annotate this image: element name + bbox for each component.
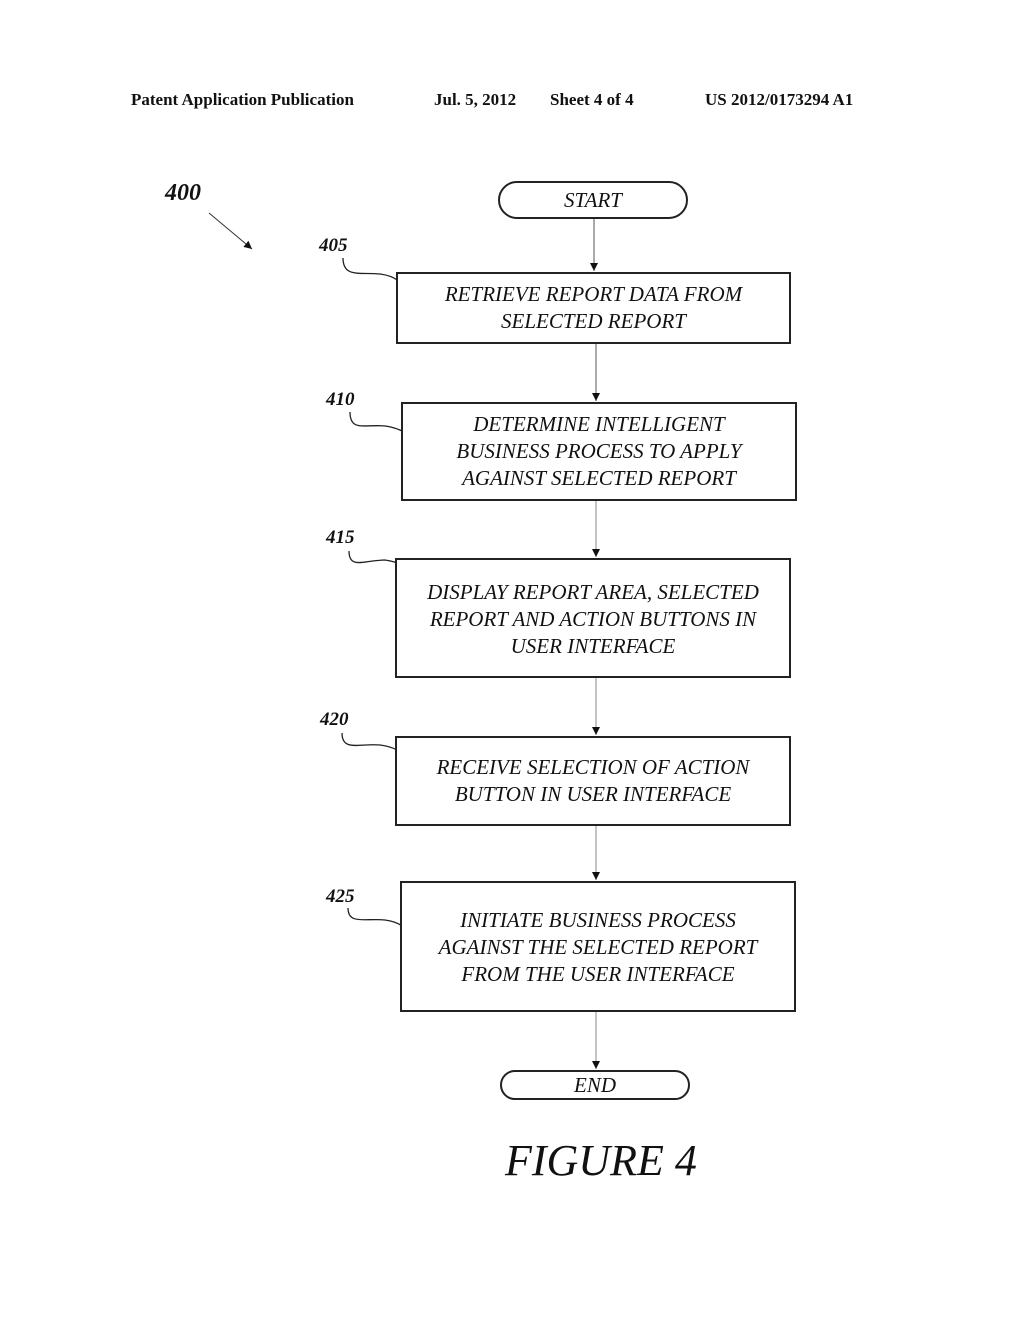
start-label: START [564, 187, 622, 212]
figure-reference-number: 400 [165, 180, 201, 206]
end-label: END [574, 1072, 616, 1097]
step-box-420: RECEIVE SELECTION OF ACTION BUTTON IN US… [395, 736, 791, 826]
step-ref-415: 415 [326, 527, 355, 548]
start-terminal: START [498, 181, 688, 219]
step-ref-410: 410 [326, 389, 355, 410]
step-text-425: INITIATE BUSINESS PROCESS AGAINST THE SE… [438, 908, 758, 986]
figure-pointer-arrow [208, 212, 253, 250]
end-terminal: END [500, 1070, 690, 1100]
step-box-425: INITIATE BUSINESS PROCESS AGAINST THE SE… [400, 881, 796, 1012]
step-text-415: DISPLAY REPORT AREA, SELECTED REPORT AND… [427, 580, 759, 658]
figure-caption: FIGURE 4 [505, 1136, 697, 1185]
step-box-415: DISPLAY REPORT AREA, SELECTED REPORT AND… [395, 558, 791, 678]
step-text-405: RETRIEVE REPORT DATA FROM SELECTED REPOR… [444, 282, 743, 333]
step-ref-425: 425 [326, 886, 355, 907]
step-text-410: DETERMINE INTELLIGENT BUSINESS PROCESS T… [456, 412, 742, 490]
step-ref-405: 405 [319, 235, 348, 256]
step-text-420: RECEIVE SELECTION OF ACTION BUTTON IN US… [436, 755, 750, 806]
step-box-405: RETRIEVE REPORT DATA FROM SELECTED REPOR… [396, 272, 791, 344]
step-ref-420: 420 [320, 709, 349, 730]
step-box-410: DETERMINE INTELLIGENT BUSINESS PROCESS T… [401, 402, 797, 501]
